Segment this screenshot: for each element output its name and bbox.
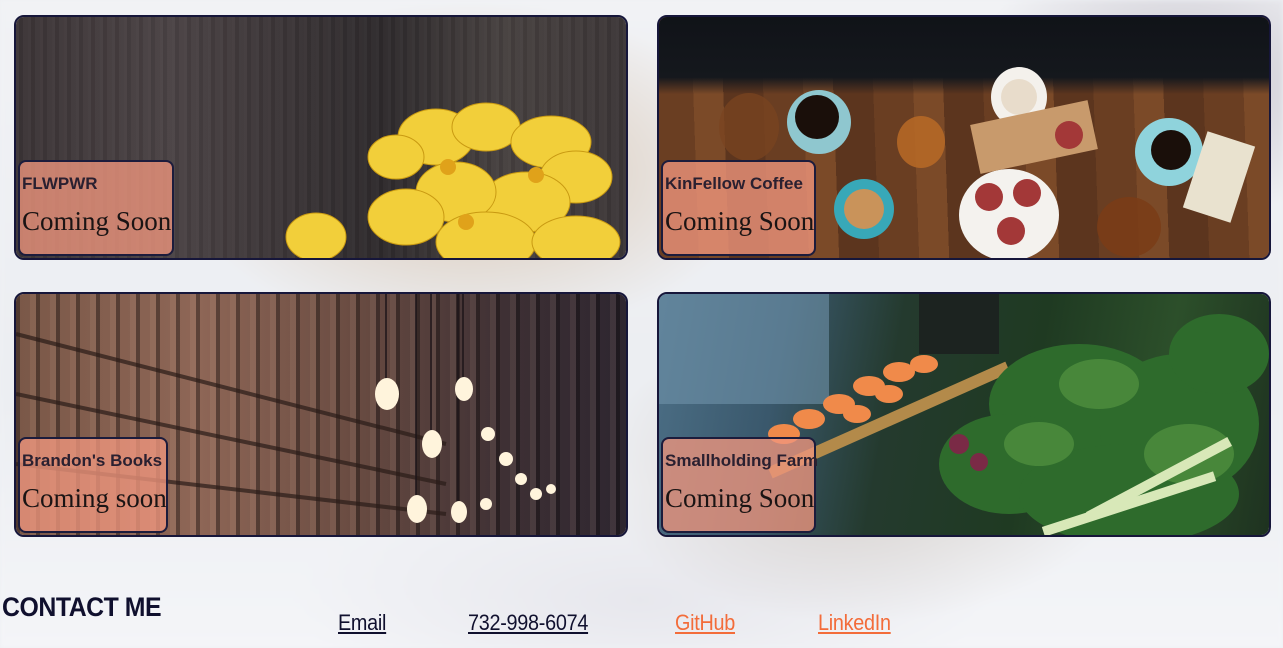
project-label: KinFellow Coffee Coming Soon [661,160,816,256]
project-status: Coming Soon [22,206,172,236]
project-label: FLWPWR Coming Soon [18,160,174,256]
phone-link[interactable]: 732-998-6074 [468,610,588,636]
project-card-brandons-books[interactable]: Brandon's Books Coming soon [14,292,628,537]
project-status: Coming soon [22,483,167,513]
project-status: Coming Soon [665,206,815,236]
project-label: Smallholding Farm Coming Soon [661,437,819,533]
project-name: KinFellow Coffee [665,174,803,193]
project-name: FLWPWR [22,174,98,193]
project-card-kinfellow-coffee[interactable]: KinFellow Coffee Coming Soon [657,15,1271,260]
project-status: Coming Soon [665,483,815,513]
project-name: Brandon's Books [22,451,163,470]
linkedin-link[interactable]: LinkedIn [818,610,891,636]
project-card-flwpwr[interactable]: FLWPWR Coming Soon [14,15,628,260]
github-link[interactable]: GitHub [675,610,735,636]
contact-heading: CONTACT ME [2,592,162,622]
project-card-smallholding-farm[interactable]: Smallholding Farm Coming Soon [657,292,1271,537]
project-name: Smallholding Farm [665,451,819,470]
project-label: Brandon's Books Coming soon [18,437,168,533]
email-link[interactable]: Email [338,610,386,636]
